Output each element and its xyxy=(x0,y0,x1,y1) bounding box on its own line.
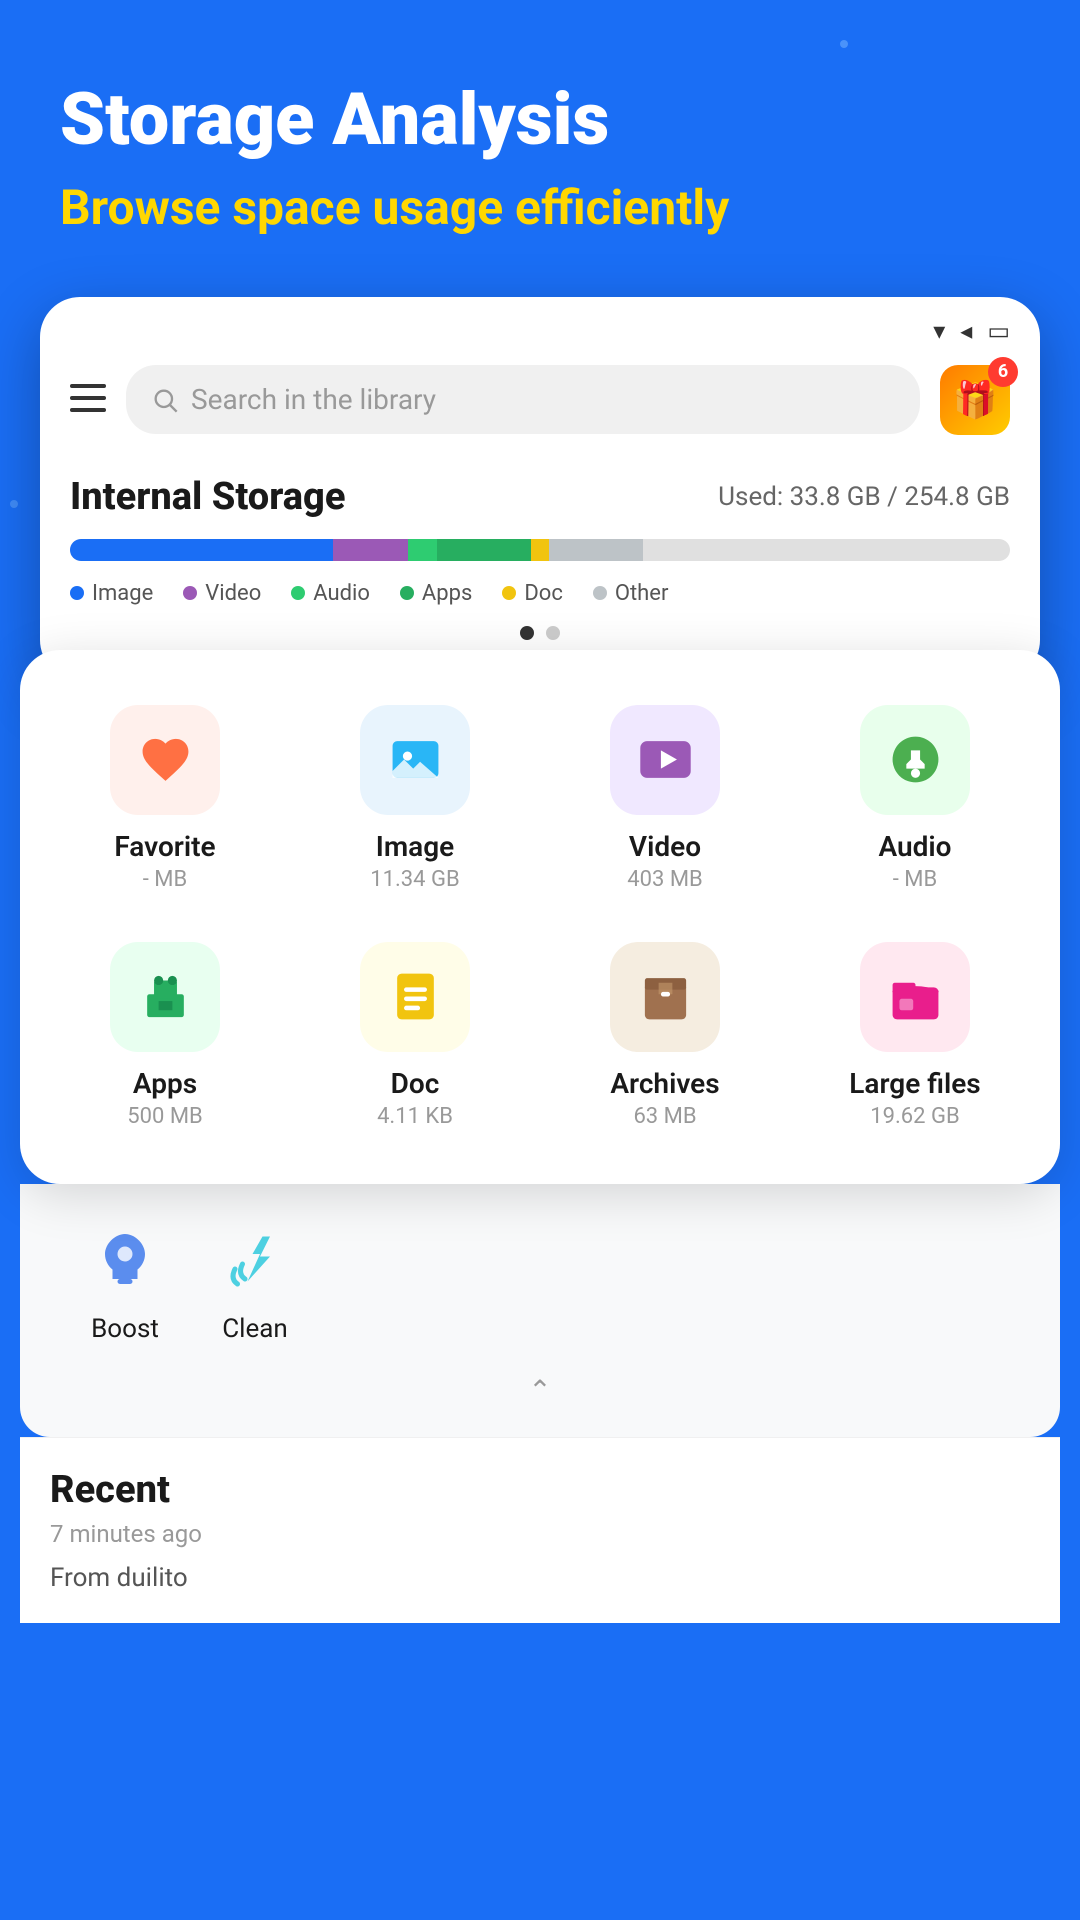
image-size: 11.34 GB xyxy=(370,867,459,892)
favorite-label: Favorite xyxy=(114,830,215,863)
legend-dot xyxy=(291,586,305,600)
wifi-icon: ▾ xyxy=(933,317,945,345)
doc-icon xyxy=(360,942,470,1052)
image-label: Image xyxy=(376,830,454,863)
search-icon xyxy=(151,386,179,414)
status-bar: ▾ ◂ ▭ xyxy=(40,297,1040,355)
storage-bar xyxy=(70,539,1010,561)
bg-decoration-dots-right: for(let i=0;i<48;i++) document.currentSc… xyxy=(840,40,1040,200)
bottom-card: Boost Clean ⌃ xyxy=(20,1184,1060,1437)
recent-time: 7 minutes ago xyxy=(50,1520,1030,1548)
action-boost[interactable]: Boost xyxy=(80,1214,170,1344)
legend-label: Audio xyxy=(313,581,370,606)
legend-label: Video xyxy=(205,581,261,606)
battery-icon: ▭ xyxy=(987,317,1010,345)
chevron-up-icon[interactable]: ⌃ xyxy=(50,1364,1030,1417)
search-bar[interactable]: Search in the library xyxy=(126,365,920,434)
apps-icon xyxy=(110,942,220,1052)
doc-size: 4.11 KB xyxy=(377,1104,453,1129)
grid-item-doc[interactable]: Doc 4.11 KB xyxy=(300,927,530,1144)
bar-doc xyxy=(531,539,550,561)
grid-items-container: Favorite - MB Image 11.34 GB Video 403 M… xyxy=(50,690,1030,1144)
legend-dot xyxy=(502,586,516,600)
audio-size: - MB xyxy=(893,867,937,892)
phone-card: ▾ ◂ ▭ Search in the library 🎁 6 Interna xyxy=(40,297,1040,680)
bar-video xyxy=(333,539,408,561)
gift-badge: 6 xyxy=(988,357,1018,387)
legend-item-other: Other xyxy=(593,581,669,606)
storage-section: Internal Storage Used: 33.8 GB / 254.8 G… xyxy=(40,455,1040,680)
apps-label: Apps xyxy=(133,1067,197,1100)
boost-icon xyxy=(80,1214,170,1304)
gift-button[interactable]: 🎁 6 xyxy=(940,365,1010,435)
archives-label: Archives xyxy=(610,1067,719,1100)
storage-used: Used: 33.8 GB / 254.8 GB xyxy=(718,482,1010,512)
clean-icon xyxy=(210,1214,300,1304)
legend-dot xyxy=(183,586,197,600)
storage-title: Internal Storage xyxy=(70,475,345,519)
legend-item-apps: Apps xyxy=(400,581,472,606)
apps-size: 500 MB xyxy=(127,1104,202,1129)
legend-dot xyxy=(400,586,414,600)
doc-label: Doc xyxy=(391,1067,440,1100)
grid-item-video[interactable]: Video 403 MB xyxy=(550,690,780,907)
storage-legend: Image Video Audio Apps Doc Other xyxy=(70,581,1010,606)
bar-image xyxy=(70,539,333,561)
menu-icon[interactable] xyxy=(70,382,106,418)
bar-apps xyxy=(437,539,531,561)
legend-label: Image xyxy=(92,581,153,606)
legend-item-doc: Doc xyxy=(502,581,563,606)
boost-label: Boost xyxy=(91,1314,159,1344)
recent-section: Recent 7 minutes ago From duilito xyxy=(20,1437,1060,1623)
audio-label: Audio xyxy=(878,830,951,863)
video-size: 403 MB xyxy=(627,867,702,892)
archives-size: 63 MB xyxy=(633,1104,696,1129)
grid-item-apps[interactable]: Apps 500 MB xyxy=(50,927,280,1144)
page-dot-1[interactable] xyxy=(520,626,534,640)
legend-dot xyxy=(593,586,607,600)
signal-icon: ◂ xyxy=(960,317,972,345)
grid-item-large[interactable]: Large files 19.62 GB xyxy=(800,927,1030,1144)
page-dot-2[interactable] xyxy=(546,626,560,640)
page-dots xyxy=(70,626,1010,650)
archives-icon xyxy=(610,942,720,1052)
search-placeholder: Search in the library xyxy=(191,383,436,416)
grid-item-archives[interactable]: Archives 63 MB xyxy=(550,927,780,1144)
legend-dot xyxy=(70,586,84,600)
grid-item-favorite[interactable]: Favorite - MB xyxy=(50,690,280,907)
recent-from: From duilito xyxy=(50,1563,1030,1593)
grid-item-image[interactable]: Image 11.34 GB xyxy=(300,690,530,907)
top-bar: Search in the library 🎁 6 xyxy=(40,355,1040,455)
legend-label: Doc xyxy=(524,581,563,606)
large-icon xyxy=(860,942,970,1052)
clean-label: Clean xyxy=(222,1314,288,1344)
legend-label: Apps xyxy=(422,581,472,606)
favorite-icon xyxy=(110,705,220,815)
recent-title: Recent xyxy=(50,1468,1030,1512)
favorite-size: - MB xyxy=(143,867,187,892)
action-clean[interactable]: Clean xyxy=(210,1214,300,1344)
video-label: Video xyxy=(629,830,701,863)
bar-other xyxy=(549,539,643,561)
large-size: 19.62 GB xyxy=(870,1104,959,1129)
video-icon xyxy=(610,705,720,815)
legend-item-video: Video xyxy=(183,581,261,606)
large-label: Large files xyxy=(849,1067,980,1100)
legend-item-audio: Audio xyxy=(291,581,370,606)
image-icon xyxy=(360,705,470,815)
grid-card: Favorite - MB Image 11.34 GB Video 403 M… xyxy=(20,650,1060,1184)
bar-audio xyxy=(408,539,436,561)
legend-item-image: Image xyxy=(70,581,153,606)
grid-item-audio[interactable]: Audio - MB xyxy=(800,690,1030,907)
legend-label: Other xyxy=(615,581,669,606)
bottom-actions: Boost Clean xyxy=(50,1214,1030,1364)
audio-icon xyxy=(860,705,970,815)
